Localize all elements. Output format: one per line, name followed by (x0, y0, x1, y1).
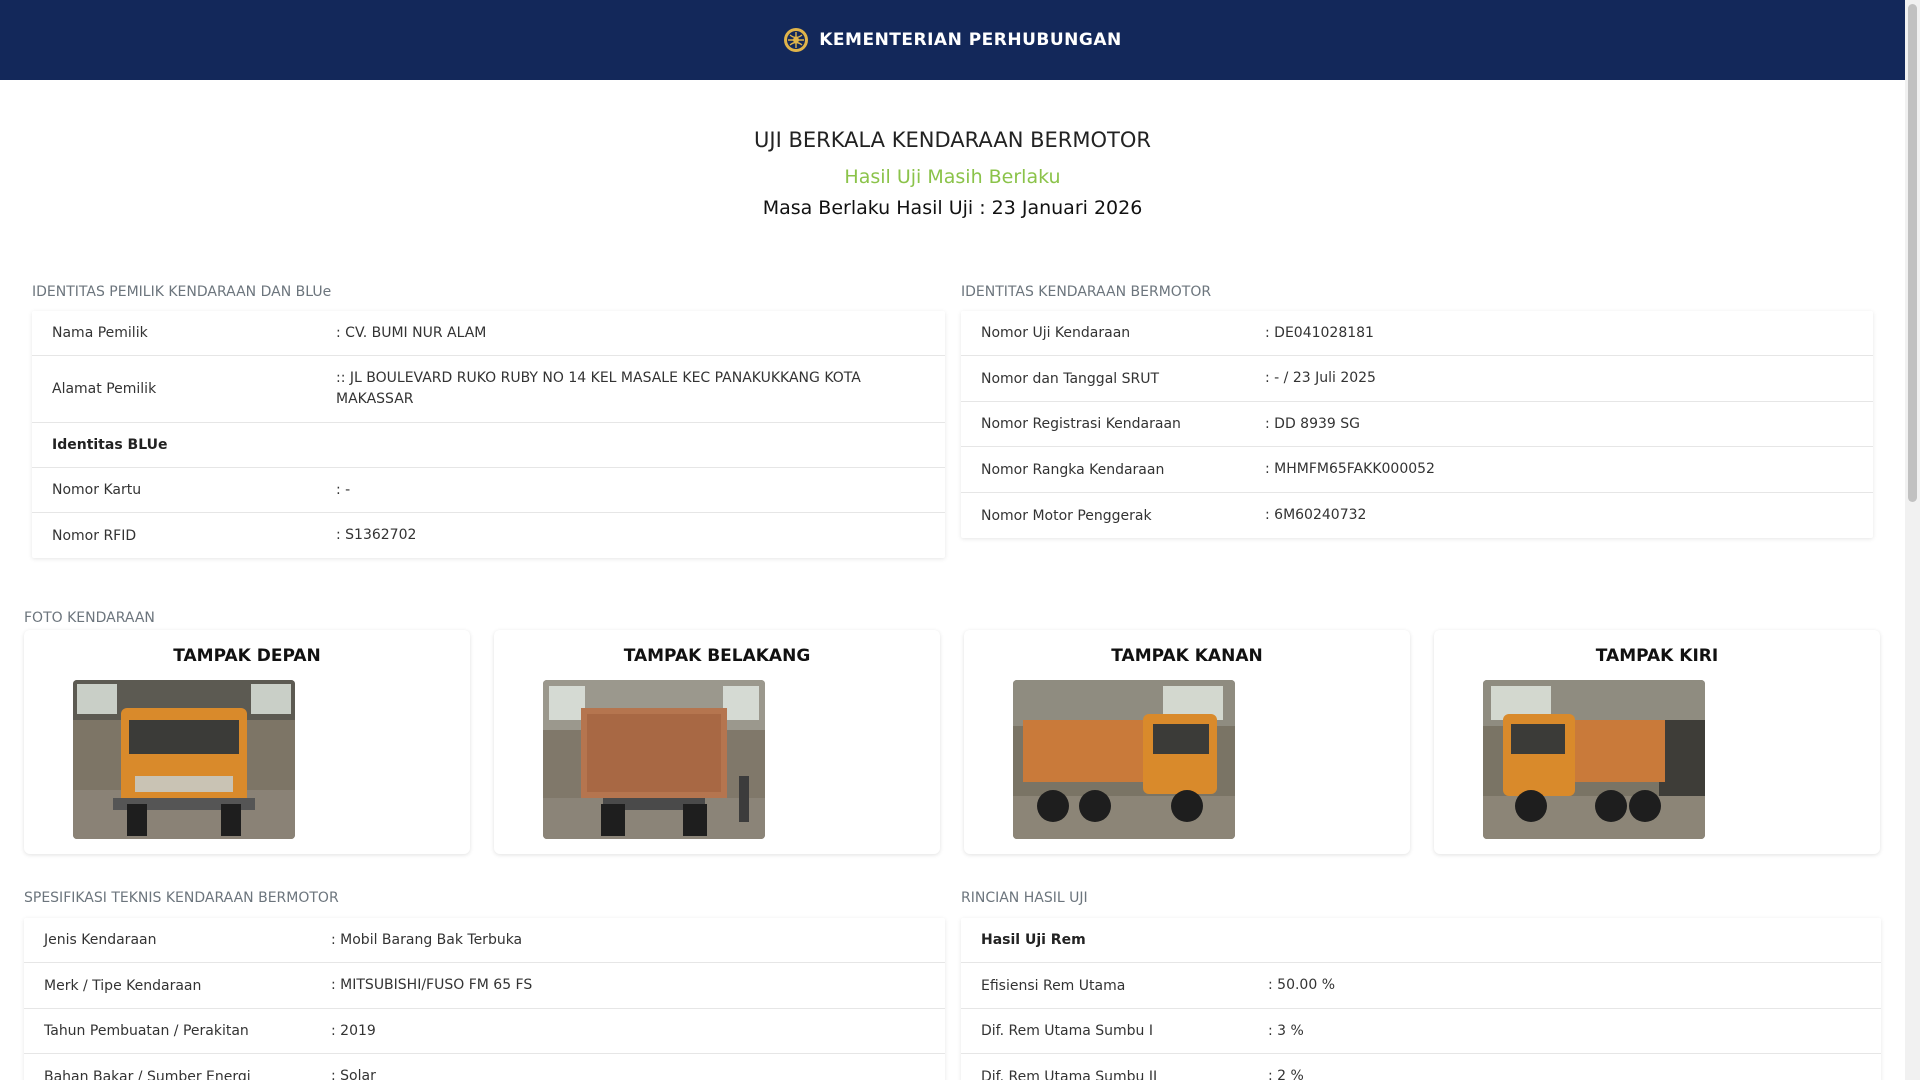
row-label: Nomor Uji Kendaraan (981, 325, 1131, 341)
specs-row-jenis: Jenis Kendaraan : Mobil Barang Bak Terbu… (24, 918, 945, 963)
row-label: Alamat Pemilik (52, 381, 157, 397)
row-value: : 2019 (331, 1022, 376, 1039)
row-label: Efisiensi Rem Utama (981, 977, 1126, 994)
row-value: : DE041028181 (1265, 324, 1374, 341)
owner-row-rfid: Nomor RFID : S1362702 (32, 513, 945, 558)
brand[interactable]: KEMENTERIAN PERHUBUNGAN (783, 27, 1122, 53)
photos-section-title: FOTO KENDARAAN (24, 610, 155, 626)
results-card: Hasil Uji Rem Efisiensi Rem Utama : 50.0… (961, 918, 1881, 1080)
specs-section-title: SPESIFIKASI TEKNIS KENDARAAN BERMOTOR (24, 890, 339, 906)
vehicle-row-rangka: Nomor Rangka Kendaraan : MHMFM65FAKK0000… (961, 447, 1873, 493)
truck-rear-photo[interactable] (543, 680, 765, 839)
truck-right-photo[interactable] (1013, 680, 1235, 839)
row-label: Nomor Rangka Kendaraan (981, 461, 1165, 478)
row-label: Tahun Pembuatan / Perakitan (44, 1023, 249, 1039)
vehicle-row-nomor-uji: Nomor Uji Kendaraan : DE041028181 (961, 311, 1873, 356)
specs-row-tahun: Tahun Pembuatan / Perakitan : 2019 (24, 1009, 945, 1054)
row-label: Nomor RFID (52, 527, 137, 544)
photo-title: TAMPAK BELAKANG (623, 646, 811, 666)
owner-card: Nama Pemilik : CV. BUMI NUR ALAM Alamat … (32, 311, 945, 558)
photo-title: TAMPAK KIRI (1595, 646, 1719, 666)
row-value: : - (336, 481, 351, 498)
vehicle-row-srut: Nomor dan Tanggal SRUT : - / 23 Juli 202… (961, 356, 1873, 402)
photo-card-rear: TAMPAK BELAKANG (494, 630, 940, 854)
row-label: Nomor Registrasi Kendaraan (981, 416, 1181, 432)
row-value: :: JL BOULEVARD RUKO RUBY NO 14 KEL MASA… (336, 370, 861, 407)
owner-section-title: IDENTITAS PEMILIK KENDARAAN DAN BLUe (32, 284, 332, 300)
owner-row-blue-heading: Identitas BLUe (32, 423, 945, 468)
ministry-emblem-icon (784, 28, 809, 52)
vehicle-row-registrasi: Nomor Registrasi Kendaraan : DD 8939 SG (961, 402, 1873, 447)
specs-row-bahan-bakar: Bahan Bakar / Sumber Energi : Solar (24, 1054, 945, 1080)
row-value: : S1362702 (336, 527, 417, 543)
validity-text: Masa Berlaku Hasil Uji : 23 Januari 2026 (762, 197, 1143, 219)
row-label: Jenis Kendaraan (44, 932, 157, 948)
row-label: Hasil Uji Rem (981, 932, 1086, 948)
row-label: Nomor dan Tanggal SRUT (981, 370, 1160, 387)
owner-row-nama: Nama Pemilik : CV. BUMI NUR ALAM (32, 311, 945, 356)
row-label: Nama Pemilik (52, 325, 148, 341)
page-title: UJI BERKALA KENDARAAN BERMOTOR (754, 128, 1151, 152)
row-label: Dif. Rem Utama Sumbu II (981, 1068, 1158, 1080)
row-label: Identitas BLUe (52, 437, 168, 453)
owner-row-alamat: Alamat Pemilik :: JL BOULEVARD RUKO RUBY… (32, 356, 945, 423)
specs-card: Jenis Kendaraan : Mobil Barang Bak Terbu… (24, 918, 945, 1080)
vehicle-row-motor: Nomor Motor Penggerak : 6M60240732 (961, 493, 1873, 538)
truck-front-photo[interactable] (73, 680, 295, 839)
row-label: Nomor Motor Penggerak (981, 507, 1152, 524)
row-value: : CV. BUMI NUR ALAM (336, 324, 487, 341)
row-label: Merk / Tipe Kendaraan (44, 977, 202, 994)
top-header-bar: KEMENTERIAN PERHUBUNGAN (0, 0, 1905, 80)
row-value: : Mobil Barang Bak Terbuka (331, 931, 523, 948)
row-label: Bahan Bakar / Sumber Energi (44, 1068, 251, 1080)
row-value: : - / 23 Juli 2025 (1265, 370, 1376, 386)
photo-card-left: TAMPAK KIRI (1434, 630, 1880, 854)
brand-title: KEMENTERIAN PERHUBUNGAN (819, 30, 1122, 50)
row-label: Nomor Kartu (52, 482, 142, 498)
scrollbar-thumb[interactable] (1908, 4, 1917, 502)
results-row-sumbu-1: Dif. Rem Utama Sumbu I : 3 % (961, 1009, 1881, 1054)
main-content: UJI BERKALA KENDARAAN BERMOTOR Hasil Uji… (0, 80, 1905, 1080)
photo-card-front: TAMPAK DEPAN (24, 630, 470, 854)
row-value: : DD 8939 SG (1265, 415, 1360, 432)
results-row-rem-heading: Hasil Uji Rem (961, 918, 1881, 963)
row-value: : 3 % (1268, 1022, 1304, 1039)
row-value: : 6M60240732 (1265, 507, 1367, 523)
specs-row-merk: Merk / Tipe Kendaraan : MITSUBISHI/FUSO … (24, 963, 945, 1009)
vehicle-card: Nomor Uji Kendaraan : DE041028181 Nomor … (961, 311, 1873, 538)
row-value: : 50.00 % (1268, 977, 1335, 993)
row-value: : MHMFM65FAKK000052 (1265, 461, 1435, 477)
photo-title: TAMPAK KANAN (1111, 646, 1263, 666)
photo-title: TAMPAK DEPAN (173, 646, 321, 666)
results-row-sumbu-2: Dif. Rem Utama Sumbu II : 2 % (961, 1054, 1881, 1080)
results-row-efisiensi: Efisiensi Rem Utama : 50.00 % (961, 963, 1881, 1009)
status-text: Hasil Uji Masih Berlaku (844, 166, 1061, 188)
row-label: Dif. Rem Utama Sumbu I (981, 1023, 1153, 1039)
row-value: : Solar (331, 1068, 376, 1080)
vehicle-section-title: IDENTITAS KENDARAAN BERMOTOR (961, 284, 1212, 300)
photo-card-right: TAMPAK KANAN (964, 630, 1410, 854)
row-value: : 2 % (1268, 1068, 1304, 1080)
truck-left-photo[interactable] (1483, 680, 1705, 839)
row-value: : MITSUBISHI/FUSO FM 65 FS (331, 977, 533, 993)
owner-row-kartu: Nomor Kartu : - (32, 468, 945, 513)
vertical-scrollbar[interactable] (1905, 0, 1920, 1080)
results-section-title: RINCIAN HASIL UJI (961, 890, 1088, 906)
